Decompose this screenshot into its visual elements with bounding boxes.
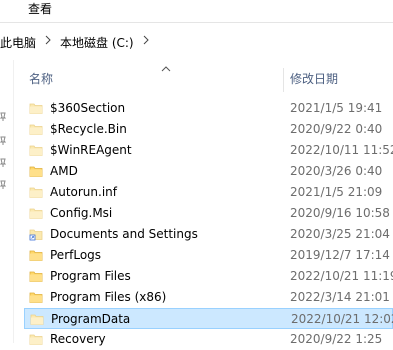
folder-icon	[29, 290, 43, 304]
column-name[interactable]: 名称	[29, 71, 53, 87]
ribbon: 查看	[0, 0, 393, 23]
folder-hidden-icon	[30, 312, 44, 326]
file-date-modified: 2022/3/14 21:01	[290, 290, 390, 304]
breadcrumb-this-pc[interactable]: 此电脑	[0, 35, 36, 51]
folder-hidden-icon	[29, 122, 43, 136]
file-date-modified: 2019/12/7 17:14	[290, 248, 390, 262]
column-header: 名称 修改日期	[14, 62, 393, 92]
address-bar[interactable]: 此电脑 本地磁盘 (C:)	[0, 30, 393, 56]
breadcrumb-local-disk[interactable]: 本地磁盘 (C:)	[60, 35, 134, 51]
file-row[interactable]: Program Files 2022/10/21 11:19	[24, 266, 393, 287]
folder-icon	[29, 248, 43, 262]
file-row[interactable]: $360Section 2021/1/5 19:41	[24, 98, 393, 119]
file-row[interactable]: Documents and Settings 2020/3/25 21:04	[24, 224, 393, 245]
file-date-modified: 2020/9/22 1:25	[290, 332, 383, 346]
file-name: Documents and Settings	[50, 227, 198, 241]
file-row[interactable]: Autorun.inf 2021/1/5 21:09	[24, 182, 393, 203]
folder-hidden-icon	[29, 101, 43, 115]
pane-divider[interactable]	[13, 60, 14, 343]
file-name: $WinREAgent	[50, 143, 132, 157]
folder-hidden-icon	[29, 143, 43, 157]
folder-icon	[29, 269, 43, 283]
file-name: Recovery	[50, 332, 106, 346]
file-row[interactable]: Recovery 2020/9/22 1:25	[24, 329, 393, 350]
file-name: Program Files (x86)	[50, 290, 167, 304]
shortcut-folder-icon	[29, 227, 43, 241]
file-name: AMD	[50, 164, 78, 178]
file-row[interactable]: Program Files (x86) 2022/3/14 21:01	[24, 287, 393, 308]
folder-hidden-icon	[29, 185, 43, 199]
file-row[interactable]: $WinREAgent 2022/10/11 11:52	[24, 140, 393, 161]
pin-icon	[0, 136, 7, 146]
file-row[interactable]: ProgramData 2022/10/21 12:02	[24, 308, 393, 329]
folder-hidden-icon	[29, 206, 43, 220]
file-name: PerfLogs	[50, 248, 102, 262]
folder-icon	[29, 164, 43, 178]
tab-view[interactable]: 查看	[28, 1, 52, 17]
file-date-modified: 2020/3/25 21:04	[290, 227, 390, 241]
file-name: $Recycle.Bin	[50, 122, 127, 136]
folder-hidden-icon	[29, 332, 43, 346]
sort-ascending-icon	[161, 62, 171, 72]
file-name: ProgramData	[51, 312, 131, 326]
column-date-modified[interactable]: 修改日期	[290, 71, 338, 87]
file-name: Config.Msi	[50, 206, 113, 220]
file-row[interactable]: AMD 2020/3/26 0:40	[24, 161, 393, 182]
file-row[interactable]: Config.Msi 2020/9/16 10:58	[24, 203, 393, 224]
file-name: Autorun.inf	[50, 185, 117, 199]
file-name: $360Section	[50, 101, 126, 115]
navigation-pane	[0, 60, 10, 343]
file-date-modified: 2020/9/16 10:58	[290, 206, 390, 220]
pin-icon	[0, 158, 7, 168]
file-name: Program Files	[50, 269, 131, 283]
file-date-modified: 2021/1/5 21:09	[290, 185, 383, 199]
file-row[interactable]: $Recycle.Bin 2020/9/22 0:40	[24, 119, 393, 140]
file-date-modified: 2020/3/26 0:40	[290, 164, 383, 178]
column-divider[interactable]	[283, 68, 284, 92]
file-date-modified: 2022/10/11 11:52	[290, 143, 393, 157]
file-row[interactable]: PerfLogs 2019/12/7 17:14	[24, 245, 393, 266]
file-date-modified: 2022/10/21 12:02	[291, 312, 393, 326]
pin-icon	[0, 112, 7, 122]
file-date-modified: 2021/1/5 19:41	[290, 101, 383, 115]
breadcrumb-chevron-icon[interactable]	[142, 34, 150, 50]
pin-icon	[0, 180, 7, 190]
file-date-modified: 2022/10/21 11:19	[290, 269, 393, 283]
breadcrumb-chevron-icon[interactable]	[44, 34, 52, 50]
file-date-modified: 2020/9/22 0:40	[290, 122, 383, 136]
